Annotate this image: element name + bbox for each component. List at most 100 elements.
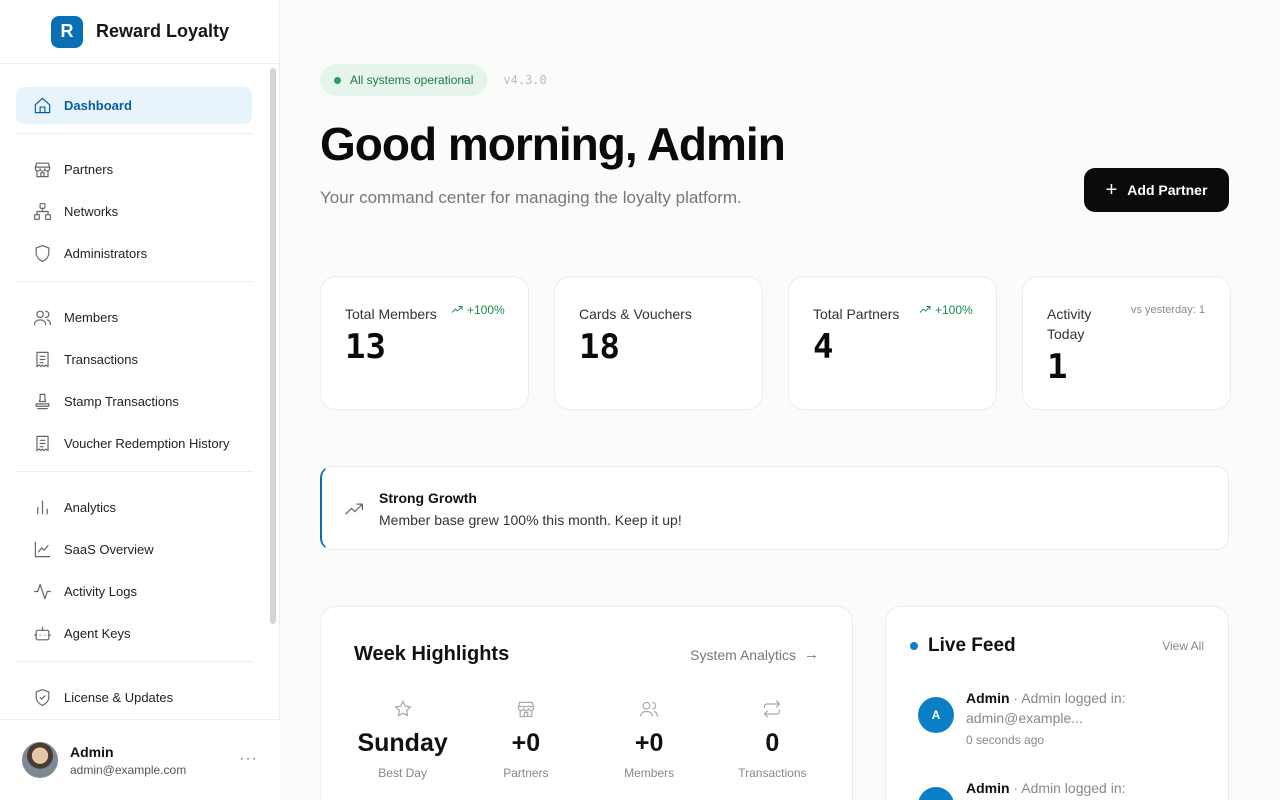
users-icon (32, 308, 52, 328)
store-icon (517, 701, 534, 718)
live-feed-card: Live Feed View All A Admin · Admin logge… (885, 606, 1229, 800)
sidebar-item-members[interactable]: Members (16, 299, 252, 336)
user-name: Admin (70, 743, 114, 760)
week-highlight-item: 0 Transactions (711, 699, 834, 780)
week-highlight-label: Transactions (738, 766, 807, 780)
stat-card-cards-vouchers[interactable]: Cards & Vouchers 18 (554, 276, 763, 410)
week-highlight-item: +0 Partners (464, 699, 587, 780)
stat-trend: +100% (451, 303, 505, 317)
stats-row: Total Members +100% 13 Cards & Vouchers … (320, 276, 1231, 410)
sidebar-item-agent-keys[interactable]: Agent Keys (16, 615, 252, 652)
sidebar-item-networks[interactable]: Networks (16, 193, 252, 230)
sidebar-item-analytics[interactable]: Analytics (16, 489, 252, 526)
feed-body: Admin · Admin logged in: (966, 778, 1208, 798)
star-icon (393, 700, 412, 717)
status-label: All systems operational (350, 73, 474, 87)
week-highlights-list: Sunday Best Day +0 Partners +0 Members 0… (341, 699, 834, 780)
shield-icon (32, 244, 52, 264)
sidebar-item-dashboard[interactable]: Dashboard (16, 87, 252, 124)
sidebar-item-license-updates[interactable]: License & Updates (16, 679, 252, 716)
sidebar-item-saas-overview[interactable]: SaaS Overview (16, 531, 252, 568)
sidebar-item-label: License & Updates (64, 690, 174, 705)
week-highlight-label: Best Day (378, 766, 427, 780)
line-chart-icon (32, 540, 52, 560)
insight-title: Strong Growth (379, 490, 477, 506)
feed-text: · Admin logged in: (1009, 780, 1126, 796)
stat-label: Total Members (345, 306, 437, 322)
week-highlight-value: +0 (634, 729, 664, 757)
sidebar-nav-scroll: Dashboard Partners Networks Administrators M… (0, 64, 280, 720)
stat-value: 13 (345, 327, 386, 367)
view-all-link[interactable]: View All (1162, 639, 1204, 653)
stat-card-total-members[interactable]: Total Members +100% 13 (320, 276, 529, 410)
week-highlight-value: +0 (511, 729, 541, 757)
shield-check-icon (32, 688, 52, 708)
bot-icon (32, 624, 52, 644)
trending-up-icon (451, 306, 463, 313)
stat-trend-value: +100% (935, 303, 973, 317)
stat-label: Total Partners (813, 306, 900, 322)
user-info: Admin admin@example.com (70, 744, 186, 777)
stat-label: Cards & Vouchers (579, 306, 692, 322)
stat-card-activity-today[interactable]: Activity Today vs yesterday: 1 1 (1022, 276, 1231, 410)
system-analytics-label: System Analytics (690, 646, 796, 663)
nav-divider (16, 471, 252, 472)
user-email: admin@example.com (70, 762, 187, 777)
sidebar-item-transactions[interactable]: Transactions (16, 341, 252, 378)
sidebar-item-label: Activity Logs (64, 584, 137, 599)
brand-name: Reward Loyalty (96, 21, 230, 41)
add-partner-button[interactable]: + Add Partner (1084, 168, 1229, 212)
status-dot-icon (334, 76, 341, 84)
version-label: v4.3.0 (503, 73, 547, 87)
sidebar-item-voucher-redemption-history[interactable]: Voucher Redemption History (16, 425, 252, 462)
week-highlight-value: 0 (765, 729, 780, 757)
page-subtitle: Your command center for managing the loy… (320, 188, 742, 207)
system-analytics-link[interactable]: System Analytics → (690, 646, 819, 663)
stat-value: 4 (813, 327, 834, 367)
live-dot-icon (910, 642, 918, 650)
stat-label: Activity Today (1047, 306, 1092, 342)
sidebar-item-label: Dashboard (64, 98, 132, 113)
activity-icon (32, 582, 52, 602)
more-options-icon[interactable]: ··· (239, 750, 258, 768)
sidebar-item-activity-logs[interactable]: Activity Logs (16, 573, 252, 610)
nav-divider (16, 661, 252, 662)
plus-icon: + (1105, 179, 1118, 201)
nav-divider (16, 281, 252, 282)
sidebar-scrollbar[interactable] (270, 68, 276, 624)
bar-chart-icon (32, 498, 52, 518)
arrow-right-icon: → (804, 646, 819, 663)
network-icon (32, 202, 52, 222)
sidebar-item-stamp-transactions[interactable]: Stamp Transactions (16, 383, 252, 420)
receipt-icon (32, 350, 52, 370)
feed-time: 0 seconds ago (966, 733, 1045, 747)
sidebar-item-label: Partners (64, 162, 114, 177)
live-feed-title: Live Feed (928, 635, 1016, 656)
repeat-icon (763, 700, 781, 718)
week-highlight-label: Partners (503, 766, 549, 780)
user-profile[interactable]: Admin admin@example.com ··· (0, 719, 280, 800)
status-row: All systems operational v4.3.0 (320, 64, 547, 96)
feed-actor: Admin (966, 690, 1010, 706)
week-highlights-title: Week Highlights (354, 643, 510, 665)
stat-note: vs yesterday: 1 (1131, 304, 1205, 316)
week-highlights-card: Week Highlights System Analytics → Sunda… (320, 606, 853, 800)
sidebar-item-label: Agent Keys (64, 626, 131, 641)
week-highlight-item: +0 Members (588, 699, 711, 780)
sidebar-item-label: SaaS Overview (64, 542, 154, 557)
receipt-icon (32, 434, 52, 454)
feed-avatar: A (918, 697, 954, 733)
brand[interactable]: R Reward Loyalty (0, 0, 279, 64)
stat-value: 1 (1047, 347, 1068, 387)
week-highlight-label: Members (624, 766, 675, 780)
stat-card-total-partners[interactable]: Total Partners +100% 4 (788, 276, 997, 410)
home-icon (32, 96, 52, 116)
avatar (22, 742, 58, 778)
sidebar-item-administrators[interactable]: Administrators (16, 235, 252, 272)
sidebar-item-partners[interactable]: Partners (16, 151, 252, 188)
nav-divider (16, 133, 252, 134)
insight-text: Member base grew 100% this month. Keep i… (379, 512, 682, 528)
week-highlight-item: Sunday Best Day (341, 699, 464, 780)
brand-logo: R (51, 15, 83, 48)
feed-body: Admin · Admin logged in: admin@example..… (966, 688, 1208, 750)
